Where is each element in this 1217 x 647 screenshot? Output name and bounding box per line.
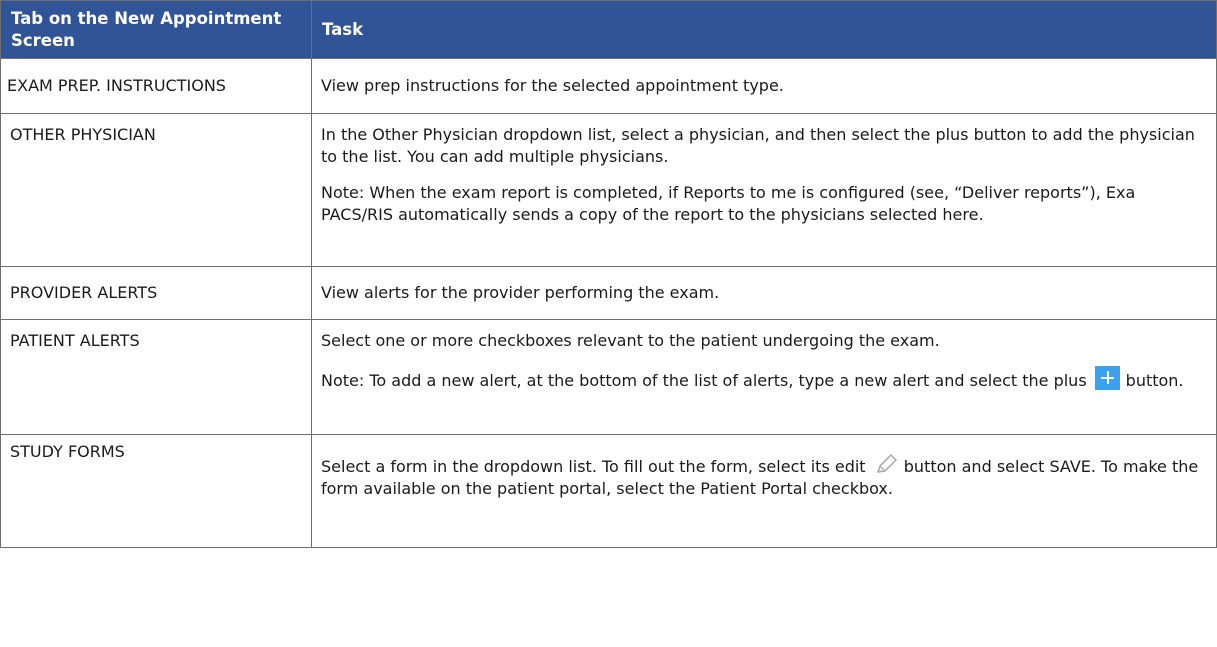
task-text-start: Select a form in the dropdown list. To f… — [321, 457, 866, 476]
note-text: Note: To add a new alert, at the bottom … — [321, 366, 1207, 392]
row-task-cell: View alerts for the provider performing … — [311, 266, 1217, 320]
table-row: PATIENT ALERTS Select one or more checkb… — [0, 319, 1217, 435]
row-task-cell: Select a form in the dropdown list. To f… — [311, 434, 1217, 548]
note-text-end: button. — [1125, 371, 1184, 390]
table-row: OTHER PHYSICIAN In the Other Physician d… — [0, 113, 1217, 267]
header-tab-column: Tab on the New Appointment Screen — [0, 0, 312, 59]
row-tab-cell: EXAM PREP. INSTRUCTIONS — [0, 58, 312, 114]
header-task-column: Task — [311, 0, 1217, 59]
row-task-cell: In the Other Physician dropdown list, se… — [311, 113, 1217, 267]
row-task-cell: View prep instructions for the selected … — [311, 58, 1217, 114]
task-text: Select one or more checkboxes relevant t… — [321, 331, 940, 350]
task-text: In the Other Physician dropdown list, se… — [321, 125, 1195, 166]
table-row: STUDY FORMS Select a form in the dropdow… — [0, 434, 1217, 548]
table-header-row: Tab on the New Appointment Screen Task — [0, 0, 1217, 59]
row-task-cell: Select one or more checkboxes relevant t… — [311, 319, 1217, 435]
note-text: Note: When the exam report is completed,… — [321, 183, 1136, 224]
row-tab-cell: PATIENT ALERTS — [0, 319, 312, 435]
appointment-tabs-table: Tab on the New Appointment Screen Task E… — [0, 0, 1217, 548]
row-tab-cell: PROVIDER ALERTS — [0, 266, 312, 320]
row-tab-cell: OTHER PHYSICIAN — [0, 113, 312, 267]
table-row: PROVIDER ALERTS View alerts for the prov… — [0, 266, 1217, 320]
note-text-start: Note: To add a new alert, at the bottom … — [321, 371, 1087, 390]
plus-button-icon — [1094, 366, 1120, 390]
table-row: EXAM PREP. INSTRUCTIONS View prep instru… — [0, 58, 1217, 114]
row-tab-cell: STUDY FORMS — [0, 434, 312, 548]
pencil-edit-icon — [876, 454, 897, 473]
